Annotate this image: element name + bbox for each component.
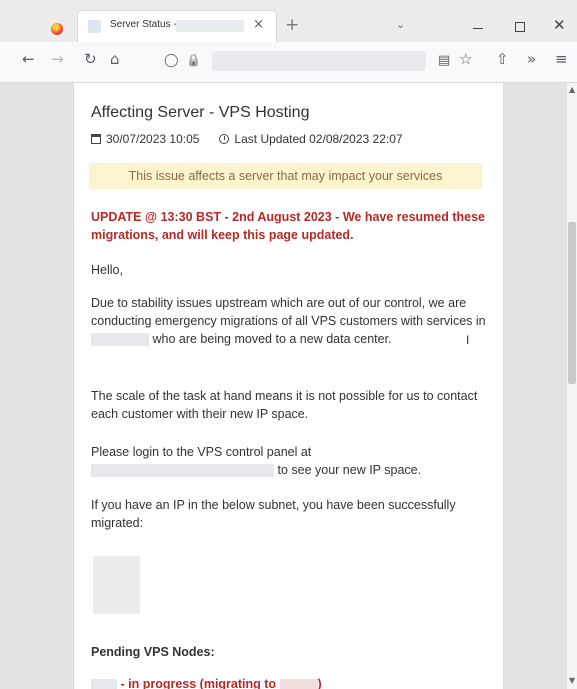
announcement-card: Affecting Server - VPS Hosting 30/07/202… — [73, 83, 504, 689]
text-cursor-icon: I — [466, 333, 470, 347]
subnet-paragraph: If you have an IP in the below subnet, y… — [91, 498, 456, 530]
back-button[interactable]: ← — [22, 52, 35, 67]
created-date-text: 30/07/2023 10:05 — [106, 132, 200, 146]
login-paragraph: Please login to the VPS control panel at… — [91, 443, 491, 479]
bookmark-star-icon[interactable]: ☆ — [459, 52, 472, 67]
redacted-location — [91, 333, 149, 347]
minimize-button[interactable] — [473, 28, 483, 29]
redacted-node-name — [91, 679, 117, 689]
pending-node-close: ) — [317, 677, 322, 689]
last-updated-text: Last Updated 02/08/2023 22:07 — [234, 132, 403, 146]
login-text-end: to see your new IP space. — [277, 463, 422, 477]
reader-view-button[interactable]: ▤ — [438, 54, 450, 67]
favicon-icon — [88, 20, 101, 33]
warning-alert: This issue affects a server that may imp… — [89, 163, 482, 189]
overflow-menu-button[interactable]: » — [527, 52, 536, 67]
new-tab-button[interactable]: + — [285, 17, 299, 34]
tab-strip: Server Status - × + ⌄ ✕ — [0, 0, 577, 42]
pending-nodes-heading: Pending VPS Nodes: — [91, 645, 215, 659]
announcement-meta: 30/07/2023 10:05 Last Updated 02/08/2023… — [91, 132, 403, 146]
reload-button[interactable]: ↻ — [84, 52, 97, 67]
clock-icon — [219, 134, 230, 144]
home-button[interactable]: ⌂ — [110, 52, 120, 67]
redacted-panel-link[interactable] — [91, 464, 274, 478]
stability-text-end: who are being moved to a new data center… — [152, 332, 392, 346]
close-icon[interactable]: × — [253, 17, 264, 32]
calendar-icon — [91, 134, 101, 144]
login-text-start: Please login to the VPS control panel at — [91, 445, 312, 459]
window-close-button[interactable]: ✕ — [553, 16, 566, 34]
update-notice: UPDATE @ 13:30 BST - 2nd August 2023 - W… — [91, 210, 486, 242]
pending-node-item: - in progress (migrating to ) — [91, 677, 322, 689]
pending-node-status: - in progress (migrating to — [120, 677, 277, 689]
redacted-target-node — [279, 679, 318, 689]
firefox-icon — [51, 23, 63, 35]
app-menu-button[interactable]: ≡ — [555, 52, 568, 67]
scrollbar-track[interactable] — [567, 83, 577, 689]
url-field[interactable] — [212, 51, 426, 71]
redacted-subnet-list — [93, 556, 140, 614]
nav-bar: ← → ↻ ⌂ ◯ 🔒 ▤ ☆ ⇧ » ≡ — [0, 42, 577, 83]
scale-paragraph: The scale of the task at hand means it i… — [91, 389, 478, 421]
last-updated: Last Updated 02/08/2023 22:07 — [219, 132, 403, 146]
maximize-button[interactable] — [515, 22, 525, 32]
tab-title: Server Status - — [110, 19, 177, 30]
scrollbar-thumb[interactable] — [568, 222, 576, 384]
forward-button[interactable]: → — [51, 52, 64, 67]
greeting-text: Hello, — [91, 263, 123, 277]
tab-server-status[interactable]: Server Status - × — [78, 11, 276, 42]
created-date: 30/07/2023 10:05 — [91, 132, 199, 146]
page-title: Affecting Server - VPS Hosting — [91, 104, 310, 121]
stability-paragraph: Due to stability issues upstream which a… — [91, 294, 491, 348]
page-viewport: Affecting Server - VPS Hosting 30/07/202… — [0, 83, 567, 689]
list-all-tabs-button[interactable]: ⌄ — [396, 18, 405, 31]
redacted-tab-text — [176, 20, 244, 32]
scroll-up-arrow-icon[interactable]: ▲ — [569, 85, 575, 94]
stability-text-start: Due to stability issues upstream which a… — [91, 296, 486, 328]
pocket-button[interactable]: ⇧ — [496, 52, 509, 67]
lock-icon[interactable]: 🔒 — [186, 54, 201, 66]
scroll-down-arrow-icon[interactable]: ▼ — [569, 676, 575, 685]
tracking-protection-icon[interactable]: ◯ — [164, 54, 179, 67]
